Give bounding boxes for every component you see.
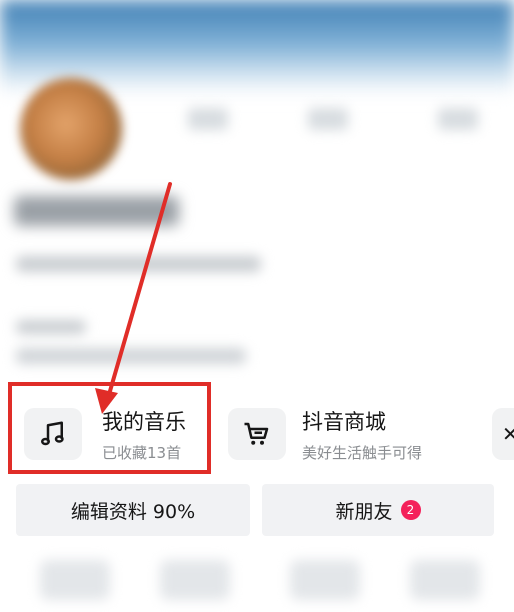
edit-profile-label: 编辑资料 90%	[70, 500, 196, 523]
tab-works[interactable]	[40, 560, 110, 600]
tab-likes[interactable]	[410, 560, 480, 600]
new-friends-badge: 2	[400, 500, 421, 520]
tab-private[interactable]	[160, 560, 230, 600]
edit-profile-button[interactable]: 编辑资料 90%	[16, 484, 250, 536]
new-friends-button[interactable]: 新朋友 2	[262, 484, 494, 536]
new-friends-label: 新朋友	[335, 500, 393, 523]
tab-favorites[interactable]	[290, 560, 360, 600]
